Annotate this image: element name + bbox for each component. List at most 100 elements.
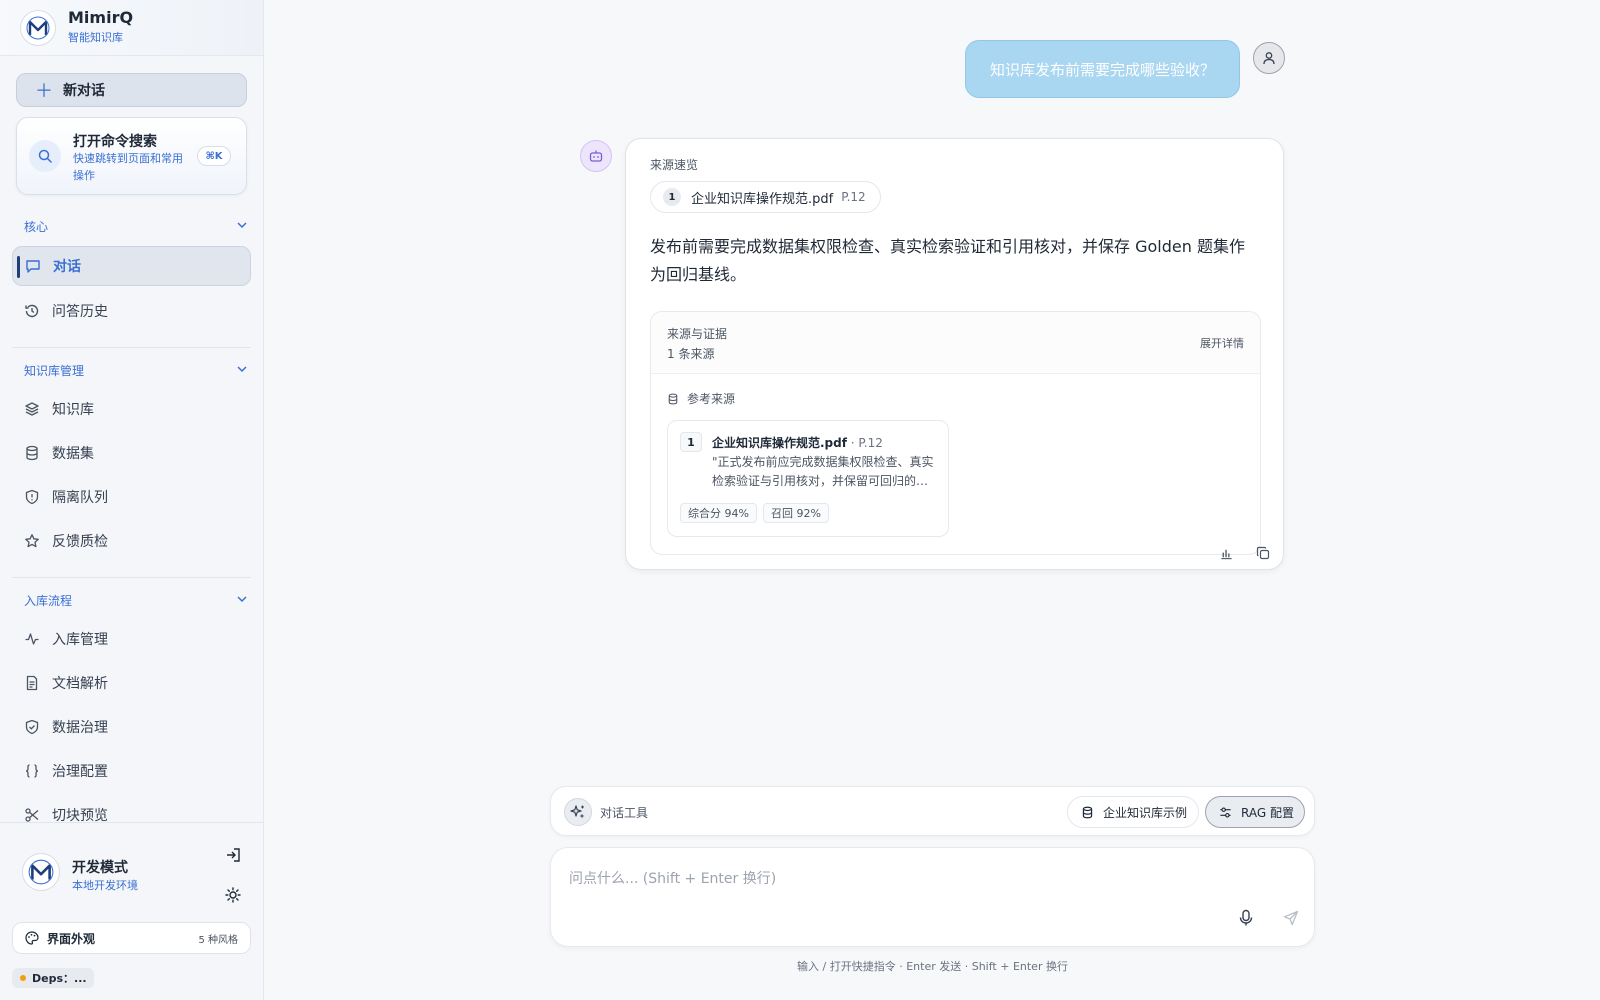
database-icon — [667, 393, 679, 405]
copy-icon[interactable] — [1253, 543, 1273, 563]
knowledge-base-selector[interactable]: 企业知识库示例 — [1067, 796, 1199, 828]
sidebar-item-quarantine[interactable]: 隔离队列 — [12, 477, 251, 517]
reference-excerpt: "正式发布前应完成数据集权限检查、真实检索验证与引用核对，并保留可回归的… — [712, 455, 934, 488]
database-icon — [24, 445, 40, 461]
user-message: 知识库发布前需要完成哪些验收？ — [965, 40, 1240, 98]
answer-text: 发布前需要完成数据集权限检查、真实检索验证和引用核对，并保存 Golden 题集… — [650, 237, 1245, 284]
sidebar-item-ingest-management[interactable]: 入库管理 — [12, 619, 251, 659]
evidence-count: 1 条来源 — [667, 347, 715, 361]
shield-alert-icon — [24, 489, 40, 505]
message-composer — [550, 847, 1315, 947]
sidebar-item-governance-config[interactable]: 治理配置 — [12, 751, 251, 791]
divider — [12, 347, 251, 348]
mimirq-logo-icon — [22, 853, 60, 891]
database-icon — [1081, 806, 1094, 819]
divider — [12, 577, 251, 578]
rag-config-button[interactable]: RAG 配置 — [1205, 796, 1305, 828]
sidebar-item-label: 反馈质检 — [52, 534, 108, 550]
command-search-button[interactable]: 打开命令搜索 快速跳转到页面和常用操作 ⌘K — [16, 117, 247, 195]
sidebar-item-dataset[interactable]: 数据集 — [12, 433, 251, 473]
chat-icon — [25, 258, 41, 274]
evidence-title: 来源与证据 — [667, 327, 728, 341]
source-page: P.12 — [841, 190, 866, 204]
command-search-subtitle: 快速跳转到页面和常用操作 — [73, 152, 183, 182]
chat-tools-label: 对话工具 — [600, 806, 649, 820]
deps-label: Deps：... — [32, 972, 87, 985]
section-ingest-label: 入库流程 — [24, 593, 73, 608]
sidebar-item-chat[interactable]: 对话 — [12, 246, 251, 286]
references-label: 参考来源 — [687, 392, 736, 406]
sidebar: MimirQ 智能知识库 ＋ 新对话 打开命令搜索 快速跳转到页面和常用操作 ⌘… — [0, 0, 264, 1000]
evidence-panel: 来源与证据 1 条来源 展开详情 参考来源 1 企业知识库操作规范.pdf · … — [650, 311, 1261, 555]
section-kb-toggle[interactable]: 知识库管理 — [24, 361, 248, 379]
chevron-down-icon — [236, 593, 248, 608]
sidebar-item-label: 入库管理 — [52, 632, 108, 648]
reference-name: 企业知识库操作规范.pdf — [712, 436, 847, 450]
recall-badge: 召回 92% — [763, 503, 829, 523]
reference-card[interactable]: 1 企业知识库操作规范.pdf · P.12 "正式发布前应完成数据集权限检查、… — [667, 420, 949, 537]
appearance-button[interactable]: 界面外观 5 种风格 — [12, 922, 251, 954]
sidebar-item-document-parsing[interactable]: 文档解析 — [12, 663, 251, 703]
braces-icon — [24, 763, 40, 779]
sidebar-item-label: 知识库 — [52, 402, 94, 418]
new-chat-button[interactable]: ＋ 新对话 — [16, 73, 247, 107]
assistant-answer-card: 来源速览 1 企业知识库操作规范.pdf P.12 发布前需要完成数据集权限检查… — [625, 138, 1284, 570]
sun-icon[interactable] — [223, 885, 243, 905]
appearance-count: 5 种风格 — [198, 934, 238, 946]
logout-icon[interactable] — [223, 845, 243, 865]
sliders-icon — [1219, 806, 1232, 819]
sidebar-item-data-governance[interactable]: 数据治理 — [12, 707, 251, 747]
mode-title: 开发模式 — [72, 860, 128, 876]
evidence-header: 来源与证据 1 条来源 展开详情 — [651, 312, 1260, 374]
microphone-icon[interactable] — [1234, 906, 1258, 930]
sidebar-item-label: 问答历史 — [52, 304, 108, 320]
sidebar-item-history[interactable]: 问答历史 — [12, 291, 251, 331]
brand-subtitle: 智能知识库 — [68, 31, 123, 44]
message-input[interactable] — [569, 868, 1249, 908]
activity-icon — [24, 631, 40, 647]
sidebar-item-knowledge-base[interactable]: 知识库 — [12, 389, 251, 429]
status-dot — [20, 975, 26, 981]
reference-index: 1 — [680, 432, 702, 452]
sidebar-item-label: 数据治理 — [52, 720, 108, 736]
send-icon[interactable] — [1277, 904, 1305, 932]
section-core-label: 核心 — [24, 219, 49, 234]
references-heading: 参考来源 — [667, 390, 735, 407]
command-search-title: 打开命令搜索 — [73, 134, 157, 150]
section-core-toggle[interactable]: 核心 — [24, 217, 248, 235]
chart-icon[interactable] — [1216, 543, 1236, 563]
sidebar-item-label: 隔离队列 — [52, 490, 108, 506]
sidebar-item-label: 治理配置 — [52, 764, 108, 780]
source-index: 1 — [663, 188, 681, 206]
source-name: 企业知识库操作规范.pdf — [691, 191, 834, 207]
reference-page: · P.12 — [846, 436, 883, 450]
star-icon — [24, 533, 40, 549]
sidebar-item-label: 对话 — [53, 259, 81, 275]
shield-check-icon — [24, 719, 40, 735]
sidebar-item-label: 文档解析 — [52, 676, 108, 692]
chevron-down-icon — [236, 219, 248, 234]
scissors-icon — [24, 807, 40, 823]
knowledge-base-label: 企业知识库示例 — [1103, 805, 1188, 820]
sparkles-icon[interactable] — [564, 798, 592, 826]
layers-icon — [24, 401, 40, 417]
chevron-down-icon — [236, 363, 248, 378]
new-chat-label: 新对话 — [63, 83, 105, 99]
history-icon — [24, 303, 40, 319]
chat-tools-bar: 对话工具 企业知识库示例 RAG 配置 — [550, 786, 1315, 836]
sidebar-footer: 开发模式 本地开发环境 界面外观 5 种风格 Deps：... — [0, 822, 263, 1000]
sidebar-item-feedback[interactable]: 反馈质检 — [12, 521, 251, 561]
user-avatar-icon — [1253, 42, 1285, 74]
expand-details-button[interactable]: 展开详情 — [1200, 335, 1244, 351]
score-badge: 综合分 94% — [680, 503, 757, 523]
palette-icon — [25, 931, 39, 945]
section-ingest-toggle[interactable]: 入库流程 — [24, 591, 248, 609]
deps-status-badge[interactable]: Deps：... — [12, 968, 94, 988]
reference-title: 企业知识库操作规范.pdf · P.12 — [712, 434, 883, 451]
source-chip[interactable]: 1 企业知识库操作规范.pdf P.12 — [650, 181, 881, 213]
file-text-icon — [24, 675, 40, 691]
appearance-label: 界面外观 — [47, 931, 96, 946]
section-kb-label: 知识库管理 — [24, 363, 85, 378]
plus-icon: ＋ — [35, 81, 53, 102]
brand-header: MimirQ 智能知识库 — [0, 0, 263, 56]
